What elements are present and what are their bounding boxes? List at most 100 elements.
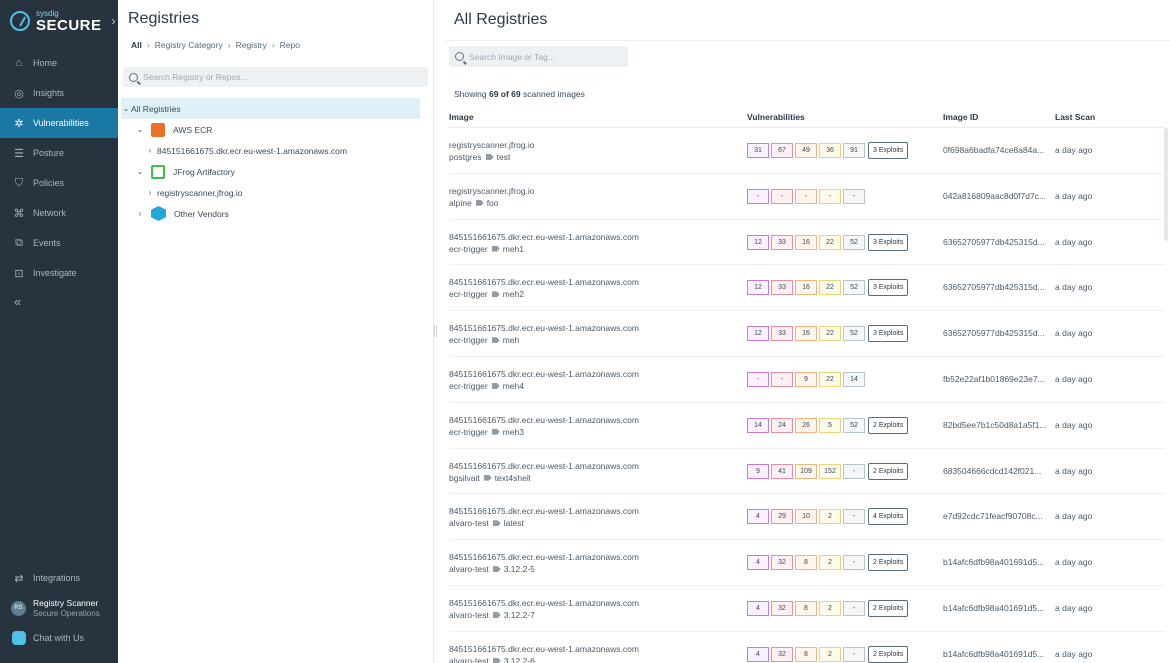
integrations-icon: ⇄ bbox=[14, 572, 24, 585]
vulnerability-counts[interactable]: 31 67 49 36 91 bbox=[747, 143, 865, 158]
registry-search-input[interactable] bbox=[143, 72, 423, 82]
exploits-badge[interactable]: 2 Exploits bbox=[868, 645, 909, 663]
scrollbar[interactable] bbox=[1164, 128, 1168, 241]
vulnerability-counts[interactable]: 9 41 109 152- bbox=[747, 463, 865, 479]
exploits-badge[interactable]: 2 Exploits bbox=[868, 462, 909, 480]
breadcrumb-registry[interactable]: Registry bbox=[236, 40, 267, 50]
tree-item-aws-ecr[interactable]: ⌄ AWS ECR bbox=[121, 119, 420, 140]
table-row[interactable]: 845151661675.dkr.ecr.eu-west-1.amazonaws… bbox=[449, 632, 1165, 663]
nav-item-insights[interactable]: ◎ Insights bbox=[0, 78, 118, 108]
tree-label: registryscanner.jfrog.io bbox=[157, 187, 243, 198]
table-row[interactable]: 845151661675.dkr.ecr.eu-west-1.amazonaws… bbox=[449, 494, 1165, 541]
chevron-right-icon[interactable]: › bbox=[145, 146, 155, 155]
critical-count: 9 bbox=[747, 463, 769, 479]
tree-item-jfrog-registry[interactable]: › registryscanner.jfrog.io bbox=[121, 182, 420, 203]
table-row[interactable]: 845151661675.dkr.ecr.eu-west-1.amazonaws… bbox=[449, 449, 1165, 495]
table-row[interactable]: registryscanner.jfrog.io alpine foo - - - - -04… bbox=[449, 174, 1165, 220]
nav-item-network[interactable]: ⌘ Network bbox=[0, 198, 118, 228]
tag-icon bbox=[475, 199, 484, 206]
vulnerability-counts[interactable]: 12 33 16 22 52 bbox=[747, 280, 865, 296]
medium-count: 9 bbox=[795, 371, 817, 387]
exploits-badge[interactable]: 3 Exploits bbox=[868, 279, 909, 297]
chevron-down-icon[interactable]: ⌄ bbox=[135, 125, 145, 134]
table-row[interactable]: 845151661675.dkr.ecr.eu-west-1.amazonaws… bbox=[449, 540, 1165, 586]
chevron-down-icon[interactable]: ⌄ bbox=[121, 104, 131, 113]
exploits-badge[interactable]: 3 Exploits bbox=[868, 233, 909, 251]
high-count: 33 bbox=[771, 280, 793, 296]
collapse-nav-icon[interactable]: « bbox=[0, 288, 118, 314]
last-scan: a day ago bbox=[1055, 465, 1093, 476]
breadcrumb-registry-category[interactable]: Registry Category bbox=[155, 40, 223, 50]
table-row[interactable]: 845151661675.dkr.ecr.eu-west-1.amazonaws… bbox=[449, 586, 1165, 632]
table-row[interactable]: 845151661675.dkr.ecr.eu-west-1.amazonaws… bbox=[449, 357, 1165, 403]
chevron-right-icon[interactable]: › bbox=[135, 209, 145, 218]
column-last-scan[interactable]: Last Scan bbox=[1055, 112, 1095, 122]
table-header: Image Vulnerabilities Image ID Last Scan bbox=[449, 108, 1165, 128]
image-id: 63652705977db425315d... bbox=[943, 236, 1045, 247]
chevron-down-icon[interactable]: ⌄ bbox=[135, 167, 145, 176]
column-image[interactable]: Image bbox=[449, 112, 474, 122]
resize-handle[interactable] bbox=[434, 325, 437, 337]
vulnerability-counts[interactable]: 4 32 8 2- bbox=[747, 555, 865, 571]
nav-item-vulnerabilities[interactable]: ✲ Vulnerabilities bbox=[0, 108, 118, 138]
tree-item-all-registries[interactable]: ⌄ All Registries bbox=[121, 98, 420, 119]
image-repo: postgres bbox=[449, 152, 482, 162]
image-registry: registryscanner.jfrog.io bbox=[449, 140, 535, 150]
exploits-badge[interactable]: 2 Exploits bbox=[868, 554, 909, 572]
high-count: 24 bbox=[771, 417, 793, 433]
vulnerability-counts[interactable]: 4 29 10 2- bbox=[747, 509, 865, 525]
table-row[interactable]: 845151661675.dkr.ecr.eu-west-1.amazonaws… bbox=[449, 311, 1165, 357]
tree-item-other-vendors[interactable]: › Other Vendors bbox=[121, 203, 420, 224]
user-menu[interactable]: RS Registry Scanner Secure Operations bbox=[0, 593, 118, 623]
chevron-right-icon[interactable]: › bbox=[112, 14, 116, 28]
image-registry: 845151661675.dkr.ecr.eu-west-1.amazonaws… bbox=[449, 643, 639, 654]
column-vulnerabilities[interactable]: Vulnerabilities bbox=[747, 112, 805, 122]
nav-item-investigate[interactable]: ⊡ Investigate bbox=[0, 258, 118, 288]
nav-item-events[interactable]: ⧉ Events bbox=[0, 228, 118, 258]
chevron-right-icon[interactable]: › bbox=[145, 188, 155, 197]
vulnerability-counts[interactable]: 12 33 16 22 52 bbox=[747, 326, 865, 342]
nav-item-posture[interactable]: ☰ Posture bbox=[0, 138, 118, 168]
table-row[interactable]: 845151661675.dkr.ecr.eu-west-1.amazonaws… bbox=[449, 403, 1165, 449]
exploits-badge[interactable]: 3 Exploits bbox=[868, 142, 909, 159]
vulnerability-counts[interactable]: ----- bbox=[747, 188, 865, 204]
image-repo: ecr-trigger bbox=[449, 335, 488, 346]
image-registry: 845151661675.dkr.ecr.eu-west-1.amazonaws… bbox=[449, 414, 639, 425]
last-scan: a day ago bbox=[1055, 419, 1093, 430]
image-name: alvaro-test 3.12.2-7 bbox=[449, 610, 535, 620]
vulnerability-counts[interactable]: 12 33 16 22 52 bbox=[747, 234, 865, 250]
nav-item-policies[interactable]: ⛉ Policies bbox=[0, 168, 118, 198]
tree-item-aws-registry[interactable]: › 845151661675.dkr.ecr.eu-west-1.amazona… bbox=[121, 140, 420, 161]
table-row[interactable]: 845151661675.dkr.ecr.eu-west-1.amazonaws… bbox=[449, 265, 1165, 312]
vulnerability-counts[interactable]: 14 24 26 5 52 bbox=[747, 417, 865, 433]
brand[interactable]: sysdig SECURE › bbox=[0, 0, 118, 42]
image-repo: alvaro-test bbox=[449, 564, 489, 575]
breadcrumb-repo[interactable]: Repo bbox=[280, 40, 300, 50]
image-repo: alpine bbox=[449, 197, 472, 208]
image-search[interactable] bbox=[449, 46, 628, 67]
column-image-id[interactable]: Image ID bbox=[943, 112, 978, 122]
image-id: 683504666cdcd142f021... bbox=[943, 465, 1042, 476]
table-row[interactable]: 845151661675.dkr.ecr.eu-west-1.amazonaws… bbox=[449, 220, 1165, 266]
exploits-badge[interactable]: 2 Exploits bbox=[868, 599, 909, 617]
chat-with-us[interactable]: Chat with Us bbox=[0, 623, 118, 653]
breadcrumb-all[interactable]: All bbox=[131, 40, 142, 50]
vulnerability-counts[interactable]: 4 32 8 2- bbox=[747, 646, 865, 662]
exploits-badge[interactable]: 3 Exploits bbox=[868, 325, 909, 343]
table-row[interactable]: registryscanner.jfrog.io postgres test 31 67… bbox=[449, 128, 1165, 174]
vulnerability-counts[interactable]: - -9 22 14 bbox=[747, 371, 865, 387]
tree-item-jfrog[interactable]: ⌄ JFrog Artifactory bbox=[121, 161, 420, 182]
nav-item-integrations[interactable]: ⇄ Integrations bbox=[0, 563, 118, 593]
vulnerability-counts[interactable]: 4 32 8 2- bbox=[747, 600, 865, 616]
exploits-badge[interactable]: 4 Exploits bbox=[868, 508, 909, 526]
image-tag: text4shell bbox=[494, 472, 531, 483]
image-search-input[interactable] bbox=[469, 51, 619, 62]
registry-tree: ⌄ All Registries ⌄ AWS ECR › 84515166167… bbox=[121, 98, 420, 224]
image-id: 63652705977db425315d... bbox=[943, 282, 1045, 293]
nav-item-home[interactable]: ⌂ Home bbox=[0, 48, 118, 78]
image-name: postgres test bbox=[449, 152, 510, 162]
critical-count: - bbox=[747, 371, 769, 387]
exploits-badge[interactable]: 2 Exploits bbox=[868, 416, 909, 434]
registry-search[interactable] bbox=[123, 67, 428, 87]
image-tag: 3.12.2-5 bbox=[503, 564, 535, 575]
